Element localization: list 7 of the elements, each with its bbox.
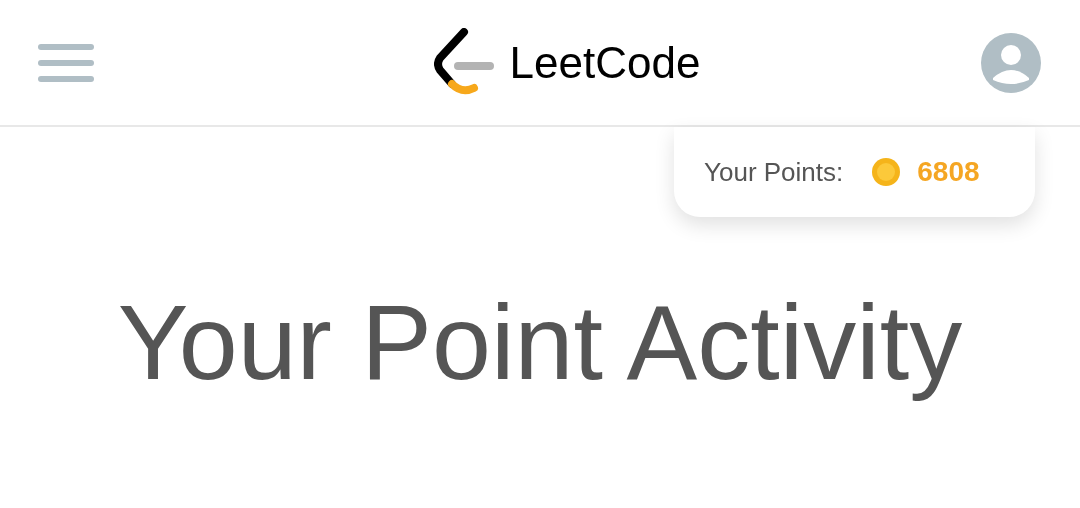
points-value: 6808 — [917, 155, 980, 189]
page-title: Your Point Activity — [117, 282, 963, 403]
points-label: Your Points: — [704, 155, 844, 189]
coin-icon — [871, 157, 902, 187]
logo-text[interactable]: LeetCode — [509, 40, 701, 85]
avatar-icon[interactable] — [980, 31, 1042, 94]
menu-icon[interactable] — [38, 43, 94, 82]
